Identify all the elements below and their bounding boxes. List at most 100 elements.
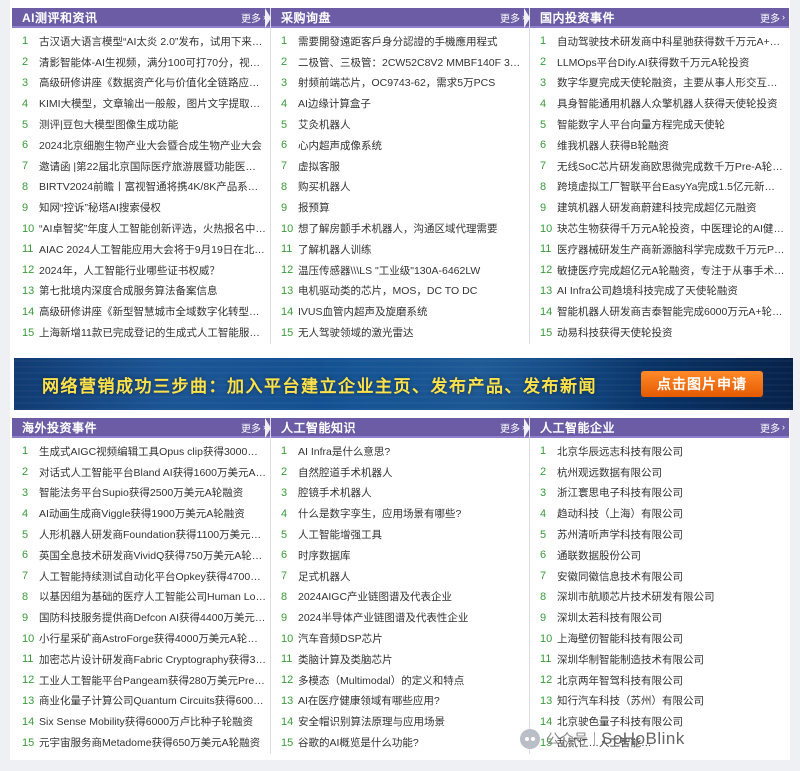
list-item-link[interactable]: 工业人工智能平台Pangeam获得280万美元Pre-… [39,673,270,688]
list-item[interactable]: 11 了解机器人训练 [271,239,529,260]
list-item-link[interactable]: AIAC 2024人工智能应用大会将于9月19日在北… [39,242,270,257]
list-item[interactable]: 2 清影智能体-AI生视频，满分100可打70分，视频… [12,52,270,73]
list-item[interactable]: 10 上海壁仞智能科技有限公司 [530,628,789,649]
list-item[interactable]: 14 IVUS血管内超声及旋磨系统 [271,301,529,322]
list-item[interactable]: 7 安徽同徽信息技术有限公司 [530,566,789,587]
list-item[interactable]: 1 古汉语大语言模型“AI太炎 2.0”发布，试用下来… [12,31,270,52]
list-item-link[interactable]: 维我机器人获得B轮融资 [557,138,789,153]
list-item[interactable]: 13 AI在医疗健康领域有哪些应用? [271,691,529,712]
list-item-link[interactable]: 2024北京细胞生物产业大会暨合成生物产业大会 [39,138,270,153]
list-item[interactable]: 6 时序数据库 [271,545,529,566]
list-item[interactable]: 11 加密芯片设计研发商Fabric Cryptography获得3… [12,649,270,670]
list-item[interactable]: 5 人形机器人研发商Foundation获得1100万美元… [12,524,270,545]
list-item-link[interactable]: 苏州清听声学科技有限公司 [557,527,789,542]
list-item-link[interactable]: 2024AIGC产业链图谱及代表企业 [298,589,529,604]
list-item-link[interactable]: BIRTV2024前瞻丨富视智通将携4K/8K产品系列… [39,179,270,194]
more-link[interactable]: 更多 › [241,10,266,25]
list-item[interactable]: 9 知网“控诉”秘塔AI搜索侵权 [12,197,270,218]
list-item[interactable]: 8 购买机器人 [271,177,529,198]
list-item[interactable]: 7 无线SoC芯片研发商欧思微完成数千万Pre-A轮融资 [530,156,789,177]
list-item[interactable]: 12 工业人工智能平台Pangeam获得280万美元Pre-… [12,670,270,691]
list-item-link[interactable]: 清影智能体-AI生视频，满分100可打70分，视频… [39,55,270,70]
list-item-link[interactable]: 小行星采矿商AstroForge获得4000万美元A轮融资 [39,631,270,646]
list-item-link[interactable]: 温压传感器\\\LS "工业级"130A-6462LW [298,263,529,278]
list-item-link[interactable]: 跨境虚拟工厂智联平台EasyYa完成1.5亿元新一轮… [557,179,789,194]
list-item-link[interactable]: 深圳市航顺芯片技术研发有限公司 [557,589,789,604]
list-item[interactable]: 13 第七批境内深度合成服务算法备案信息 [12,281,270,302]
list-item[interactable]: 7 虚拟客服 [271,156,529,177]
list-item-link[interactable]: 安徽同徽信息技术有限公司 [557,569,789,584]
list-item-link[interactable]: 深圳太若科技有限公司 [557,610,789,625]
list-item-link[interactable]: 英国全息技术研发商VividQ获得750万美元A轮融资 [39,548,270,563]
list-item-link[interactable]: 购买机器人 [298,179,529,194]
list-item[interactable]: 1 需要開發遠距客戶身分認證的手機應用程式 [271,31,529,52]
list-item[interactable]: 9 建筑机器人研发商蔚建科技完成超亿元融资 [530,197,789,218]
list-item[interactable]: 3 高级研修讲座《数据资产化与价值化全链路应用解… [12,73,270,94]
list-item-link[interactable]: AI在医疗健康领域有哪些应用? [298,693,529,708]
list-item[interactable]: 8 深圳市航顺芯片技术研发有限公司 [530,587,789,608]
list-item[interactable]: 3 数字华夏完成天使轮融资，主要从事人形交互机器… [530,73,789,94]
list-item-link[interactable]: 类脑计算及类脑芯片 [298,652,529,667]
list-item-link[interactable]: 北京华辰远志科技有限公司 [557,444,789,459]
list-item-link[interactable]: 对话式人工智能平台Bland AI获得1600万美元A… [39,465,270,480]
list-item-link[interactable]: AI Infra公司趋境科技完成了天使轮融资 [557,283,789,298]
list-item[interactable]: 1 生成式AIGC视频编辑工具Opus clip获得3000万… [12,441,270,462]
list-item-link[interactable]: 知网“控诉”秘塔AI搜索侵权 [39,200,270,215]
more-link[interactable]: 更多 › [760,10,785,25]
list-item[interactable]: 5 人工智能增强工具 [271,524,529,545]
list-item[interactable]: 10 汽车音频DSP芯片 [271,628,529,649]
list-item-link[interactable]: 了解机器人训练 [298,242,529,257]
list-item-link[interactable]: 汽车音频DSP芯片 [298,631,529,646]
list-item-link[interactable]: 心内超声成像系统 [298,138,529,153]
list-item-link[interactable]: 电机驱动类的芯片，MOS，DC TO DC [298,283,529,298]
list-item-link[interactable]: 商业化量子计算公司Quantum Circuits获得600… [39,693,270,708]
list-item[interactable]: 3 射频前端芯片，OC9743-62，需求5万PCS [271,73,529,94]
list-item[interactable]: 7 邀请函 |第22届北京国际医疗旅游展暨功能医学创… [12,156,270,177]
list-item-link[interactable]: 以基因组为基础的医疗人工智能公司Human Lon… [39,589,270,604]
list-item-link[interactable]: 生成式AIGC视频编辑工具Opus clip获得3000万… [39,444,270,459]
list-item-link[interactable]: 无线SoC芯片研发商欧思微完成数千万Pre-A轮融资 [557,159,789,174]
list-item-link[interactable]: 足式机器人 [298,569,529,584]
list-item-link[interactable]: 建筑机器人研发商蔚建科技完成超亿元融资 [557,200,789,215]
list-item-link[interactable]: 艾灸机器人 [298,117,529,132]
list-item[interactable]: 11 AIAC 2024人工智能应用大会将于9月19日在北… [12,239,270,260]
list-item[interactable]: 1 AI Infra是什么意思? [271,441,529,462]
list-item-link[interactable]: 谷歌的AI概览是什么功能? [298,735,529,750]
list-item[interactable]: 4 趋动科技（上海）有限公司 [530,503,789,524]
list-item[interactable]: 15 动易科技获得天使轮投资 [530,322,789,343]
list-item[interactable]: 5 苏州清听声学科技有限公司 [530,524,789,545]
list-item-link[interactable]: 浙江寰思电子科技有限公司 [557,485,789,500]
list-item[interactable]: 15 上海新增11款已完成登记的生成式人工智能服务… [12,322,270,343]
list-item[interactable]: 11 医疗器械研发生产商新源脑科学完成数千万元Pre… [530,239,789,260]
list-item-link[interactable]: 玦芯生物获得千万元A轮投资，中医理论的AI健康… [557,221,789,236]
list-item[interactable]: 9 国防科技服务提供商Defcon AI获得4400万美元… [12,607,270,628]
list-item-link[interactable]: 北京两年智驾科技有限公司 [557,673,789,688]
list-item[interactable]: 4 AI边缘计算盒子 [271,93,529,114]
list-item[interactable]: 6 英国全息技术研发商VividQ获得750万美元A轮融资 [12,545,270,566]
list-item[interactable]: 14 Six Sense Mobility获得6000万卢比种子轮融资 [12,711,270,732]
list-item-link[interactable]: 多模态（Multimodal）的定义和特点 [298,673,529,688]
list-item[interactable]: 6 维我机器人获得B轮融资 [530,135,789,156]
list-item-link[interactable]: 邀请函 |第22届北京国际医疗旅游展暨功能医学创… [39,159,270,174]
list-item[interactable]: 5 艾灸机器人 [271,114,529,135]
list-item-link[interactable]: 2024半导体产业链图谱及代表性企业 [298,610,529,625]
list-item[interactable]: 9 报预算 [271,197,529,218]
list-item-link[interactable]: 杭州观远数据有限公司 [557,465,789,480]
list-item-link[interactable]: 国防科技服务提供商Defcon AI获得4400万美元… [39,610,270,625]
list-item[interactable]: 7 人工智能持续测试自动化平台Opkey获得4700万… [12,566,270,587]
list-item[interactable]: 15 谷歌的AI概览是什么功能? [271,732,529,753]
list-item[interactable]: 14 高级研修讲座《新型智慧城市全域数字化转型技术… [12,301,270,322]
list-item-link[interactable]: 需要開發遠距客戶身分認證的手機應用程式 [298,34,529,49]
list-item-link[interactable]: 高级研修讲座《数据资产化与价值化全链路应用解… [39,75,270,90]
list-item-link[interactable]: 智能法务平台Supio获得2500万美元A轮融资 [39,485,270,500]
list-item-link[interactable]: 上海壁仞智能科技有限公司 [557,631,789,646]
list-item-link[interactable]: 测评|豆包大模型图像生成功能 [39,117,270,132]
list-item[interactable]: 12 多模态（Multimodal）的定义和特点 [271,670,529,691]
list-item-link[interactable]: 想了解房颤手术机器人，沟通区域代理需要 [298,221,529,236]
list-item[interactable]: 4 具身智能通用机器人众擎机器人获得天使轮投资 [530,93,789,114]
list-item-link[interactable]: 通联数据股份公司 [557,548,789,563]
list-item-link[interactable]: AI Infra是什么意思? [298,444,529,459]
list-item[interactable]: 12 温压传感器\\\LS "工业级"130A-6462LW [271,260,529,281]
list-item-link[interactable]: 加密芯片设计研发商Fabric Cryptography获得3… [39,652,270,667]
list-item-link[interactable]: 人形机器人研发商Foundation获得1100万美元… [39,527,270,542]
